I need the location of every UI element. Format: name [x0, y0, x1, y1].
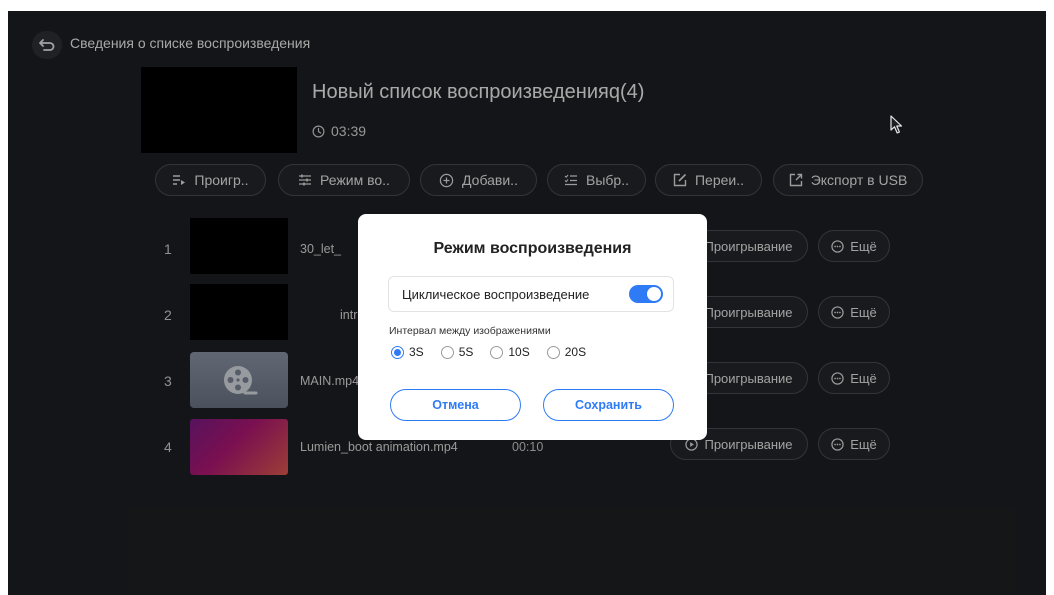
interval-option-10s[interactable]: 10S: [490, 345, 530, 359]
play-mode-dialog: Режим воспроизведения Циклическое воспро…: [358, 214, 707, 440]
interval-radio-group: 3S 5S 10S 20S: [391, 345, 586, 359]
interval-option-3s[interactable]: 3S: [391, 345, 424, 359]
loop-playback-label: Циклическое воспроизведение: [402, 286, 590, 302]
interval-option-label: 10S: [508, 345, 530, 359]
interval-option-label: 5S: [458, 345, 474, 359]
save-button[interactable]: Сохранить: [543, 389, 674, 421]
image-interval-label: Интервал между изображениями: [389, 325, 551, 337]
loop-playback-row[interactable]: Циклическое воспроизведение: [388, 276, 674, 312]
radio-button[interactable]: [490, 345, 504, 359]
interval-option-label: 3S: [409, 345, 424, 359]
loop-playback-toggle[interactable]: [629, 285, 663, 303]
dialog-title: Режим воспроизведения: [433, 240, 632, 257]
radio-button[interactable]: [440, 345, 454, 359]
radio-button[interactable]: [546, 345, 560, 359]
interval-option-5s[interactable]: 5S: [440, 345, 474, 359]
cancel-button[interactable]: Отмена: [390, 389, 521, 421]
playlist-details-screen: Сведения о списке воспроизведения Новый …: [8, 11, 1046, 595]
radio-button-selected[interactable]: [391, 345, 404, 359]
interval-option-label: 20S: [564, 345, 587, 359]
interval-option-20s[interactable]: 20S: [546, 345, 587, 359]
mouse-cursor-icon: [890, 115, 903, 134]
toggle-knob: [647, 287, 661, 301]
